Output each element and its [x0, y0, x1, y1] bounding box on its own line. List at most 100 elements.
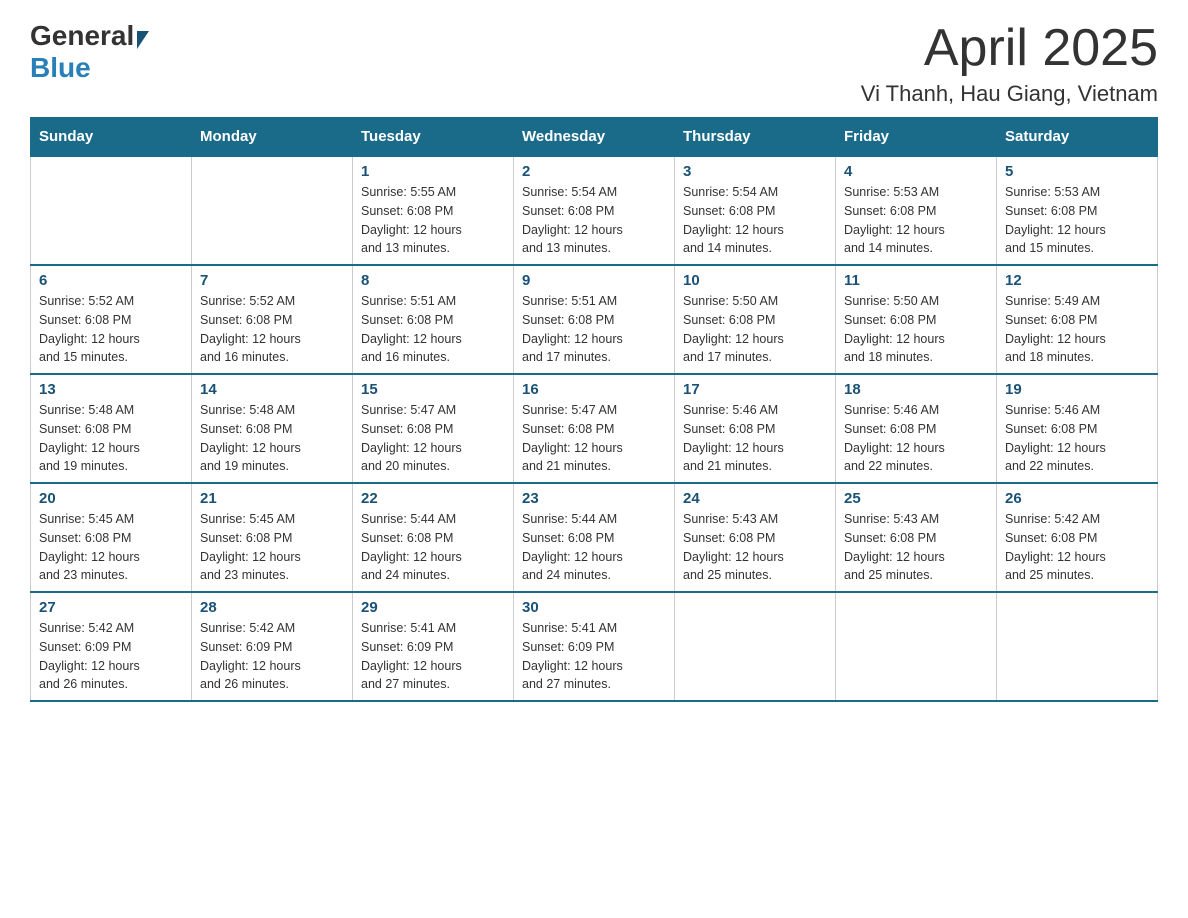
calendar-day-27: 27 Sunrise: 5:42 AM Sunset: 6:09 PM Dayli… — [31, 592, 192, 701]
calendar-day-29: 29 Sunrise: 5:41 AM Sunset: 6:09 PM Dayli… — [353, 592, 514, 701]
day-number: 23 — [522, 490, 666, 507]
weekday-header-monday: Monday — [192, 118, 353, 157]
calendar-week-row: 6 Sunrise: 5:52 AM Sunset: 6:08 PM Daylig… — [31, 265, 1158, 374]
calendar-day-16: 16 Sunrise: 5:47 AM Sunset: 6:08 PM Dayli… — [514, 374, 675, 483]
day-number: 20 — [39, 490, 183, 507]
calendar-day-13: 13 Sunrise: 5:48 AM Sunset: 6:08 PM Dayli… — [31, 374, 192, 483]
calendar-day-20: 20 Sunrise: 5:45 AM Sunset: 6:08 PM Dayli… — [31, 483, 192, 592]
day-number: 30 — [522, 599, 666, 616]
calendar-day-8: 8 Sunrise: 5:51 AM Sunset: 6:08 PM Daylig… — [353, 265, 514, 374]
day-info: Sunrise: 5:46 AM Sunset: 6:08 PM Dayligh… — [844, 401, 988, 476]
empty-cell — [31, 156, 192, 265]
day-info: Sunrise: 5:53 AM Sunset: 6:08 PM Dayligh… — [1005, 183, 1149, 258]
day-number: 10 — [683, 272, 827, 289]
day-info: Sunrise: 5:52 AM Sunset: 6:08 PM Dayligh… — [200, 292, 344, 367]
weekday-header-saturday: Saturday — [997, 118, 1158, 157]
calendar-day-3: 3 Sunrise: 5:54 AM Sunset: 6:08 PM Daylig… — [675, 156, 836, 265]
calendar-day-1: 1 Sunrise: 5:55 AM Sunset: 6:08 PM Daylig… — [353, 156, 514, 265]
day-number: 29 — [361, 599, 505, 616]
day-number: 21 — [200, 490, 344, 507]
day-info: Sunrise: 5:51 AM Sunset: 6:08 PM Dayligh… — [522, 292, 666, 367]
calendar-header-row: SundayMondayTuesdayWednesdayThursdayFrid… — [31, 118, 1158, 157]
calendar-day-4: 4Sunrise: 5:53 AM Sunset: 6:08 PM Daylig… — [836, 156, 997, 265]
day-number: 6 — [39, 272, 183, 289]
calendar-week-row: 13 Sunrise: 5:48 AM Sunset: 6:08 PM Dayli… — [31, 374, 1158, 483]
calendar-day-19: 19 Sunrise: 5:46 AM Sunset: 6:08 PM Dayli… — [997, 374, 1158, 483]
day-number: 8 — [361, 272, 505, 289]
day-number: 3 — [683, 163, 827, 180]
calendar-day-26: 26 Sunrise: 5:42 AM Sunset: 6:08 PM Dayli… — [997, 483, 1158, 592]
title-section: April 2025 Vi Thanh, Hau Giang, Vietnam — [861, 20, 1158, 107]
logo-blue-text: Blue — [30, 52, 91, 83]
calendar-day-10: 10 Sunrise: 5:50 AM Sunset: 6:08 PM Dayli… — [675, 265, 836, 374]
calendar-day-2: 2Sunrise: 5:54 AM Sunset: 6:08 PM Daylig… — [514, 156, 675, 265]
day-number: 11 — [844, 272, 988, 289]
calendar-day-23: 23 Sunrise: 5:44 AM Sunset: 6:08 PM Dayli… — [514, 483, 675, 592]
weekday-header-tuesday: Tuesday — [353, 118, 514, 157]
calendar-day-25: 25 Sunrise: 5:43 AM Sunset: 6:08 PM Dayli… — [836, 483, 997, 592]
day-number: 7 — [200, 272, 344, 289]
day-number: 28 — [200, 599, 344, 616]
day-info: Sunrise: 5:47 AM Sunset: 6:08 PM Dayligh… — [522, 401, 666, 476]
day-info: Sunrise: 5:55 AM Sunset: 6:08 PM Dayligh… — [361, 183, 505, 258]
day-info: Sunrise: 5:45 AM Sunset: 6:08 PM Dayligh… — [39, 510, 183, 585]
day-number: 22 — [361, 490, 505, 507]
calendar-day-12: 12 Sunrise: 5:49 AM Sunset: 6:08 PM Dayli… — [997, 265, 1158, 374]
day-info: Sunrise: 5:42 AM Sunset: 6:09 PM Dayligh… — [39, 619, 183, 694]
calendar-week-row: 27 Sunrise: 5:42 AM Sunset: 6:09 PM Dayli… — [31, 592, 1158, 701]
logo: General Blue — [30, 20, 149, 84]
weekday-header-friday: Friday — [836, 118, 997, 157]
calendar-day-14: 14 Sunrise: 5:48 AM Sunset: 6:08 PM Dayli… — [192, 374, 353, 483]
calendar-day-24: 24Sunrise: 5:43 AM Sunset: 6:08 PM Dayli… — [675, 483, 836, 592]
day-info: Sunrise: 5:41 AM Sunset: 6:09 PM Dayligh… — [522, 619, 666, 694]
empty-cell — [192, 156, 353, 265]
calendar-day-21: 21 Sunrise: 5:45 AM Sunset: 6:08 PM Dayli… — [192, 483, 353, 592]
calendar-day-9: 9 Sunrise: 5:51 AM Sunset: 6:08 PM Daylig… — [514, 265, 675, 374]
day-number: 27 — [39, 599, 183, 616]
day-number: 2 — [522, 163, 666, 180]
day-number: 12 — [1005, 272, 1149, 289]
day-number: 25 — [844, 490, 988, 507]
day-number: 26 — [1005, 490, 1149, 507]
weekday-header-thursday: Thursday — [675, 118, 836, 157]
day-info: Sunrise: 5:41 AM Sunset: 6:09 PM Dayligh… — [361, 619, 505, 694]
day-number: 9 — [522, 272, 666, 289]
day-info: Sunrise: 5:50 AM Sunset: 6:08 PM Dayligh… — [683, 292, 827, 367]
day-info: Sunrise: 5:49 AM Sunset: 6:08 PM Dayligh… — [1005, 292, 1149, 367]
weekday-header-sunday: Sunday — [31, 118, 192, 157]
day-info: Sunrise: 5:50 AM Sunset: 6:08 PM Dayligh… — [844, 292, 988, 367]
day-number: 19 — [1005, 381, 1149, 398]
calendar-day-7: 7 Sunrise: 5:52 AM Sunset: 6:08 PM Daylig… — [192, 265, 353, 374]
calendar-day-28: 28 Sunrise: 5:42 AM Sunset: 6:09 PM Dayli… — [192, 592, 353, 701]
day-info: Sunrise: 5:47 AM Sunset: 6:08 PM Dayligh… — [361, 401, 505, 476]
day-number: 14 — [200, 381, 344, 398]
day-number: 16 — [522, 381, 666, 398]
day-info: Sunrise: 5:42 AM Sunset: 6:09 PM Dayligh… — [200, 619, 344, 694]
day-info: Sunrise: 5:54 AM Sunset: 6:08 PM Dayligh… — [683, 183, 827, 258]
day-info: Sunrise: 5:48 AM Sunset: 6:08 PM Dayligh… — [39, 401, 183, 476]
day-number: 18 — [844, 381, 988, 398]
calendar-table: SundayMondayTuesdayWednesdayThursdayFrid… — [30, 117, 1158, 702]
day-info: Sunrise: 5:44 AM Sunset: 6:08 PM Dayligh… — [522, 510, 666, 585]
calendar-day-22: 22 Sunrise: 5:44 AM Sunset: 6:08 PM Dayli… — [353, 483, 514, 592]
calendar-day-30: 30 Sunrise: 5:41 AM Sunset: 6:09 PM Dayli… — [514, 592, 675, 701]
calendar-day-18: 18 Sunrise: 5:46 AM Sunset: 6:08 PM Dayli… — [836, 374, 997, 483]
day-info: Sunrise: 5:48 AM Sunset: 6:08 PM Dayligh… — [200, 401, 344, 476]
day-number: 1 — [361, 163, 505, 180]
day-info: Sunrise: 5:42 AM Sunset: 6:08 PM Dayligh… — [1005, 510, 1149, 585]
day-info: Sunrise: 5:44 AM Sunset: 6:08 PM Dayligh… — [361, 510, 505, 585]
day-info: Sunrise: 5:45 AM Sunset: 6:08 PM Dayligh… — [200, 510, 344, 585]
calendar-day-11: 11 Sunrise: 5:50 AM Sunset: 6:08 PM Dayli… — [836, 265, 997, 374]
day-number: 13 — [39, 381, 183, 398]
calendar-day-6: 6Sunrise: 5:52 AM Sunset: 6:08 PM Daylig… — [31, 265, 192, 374]
day-number: 24 — [683, 490, 827, 507]
calendar-day-15: 15 Sunrise: 5:47 AM Sunset: 6:08 PM Dayli… — [353, 374, 514, 483]
empty-cell — [997, 592, 1158, 701]
calendar-day-5: 5Sunrise: 5:53 AM Sunset: 6:08 PM Daylig… — [997, 156, 1158, 265]
day-info: Sunrise: 5:46 AM Sunset: 6:08 PM Dayligh… — [1005, 401, 1149, 476]
day-info: Sunrise: 5:43 AM Sunset: 6:08 PM Dayligh… — [844, 510, 988, 585]
day-number: 15 — [361, 381, 505, 398]
calendar-week-row: 20 Sunrise: 5:45 AM Sunset: 6:08 PM Dayli… — [31, 483, 1158, 592]
day-info: Sunrise: 5:51 AM Sunset: 6:08 PM Dayligh… — [361, 292, 505, 367]
page-header: General Blue April 2025 Vi Thanh, Hau Gi… — [30, 20, 1158, 107]
